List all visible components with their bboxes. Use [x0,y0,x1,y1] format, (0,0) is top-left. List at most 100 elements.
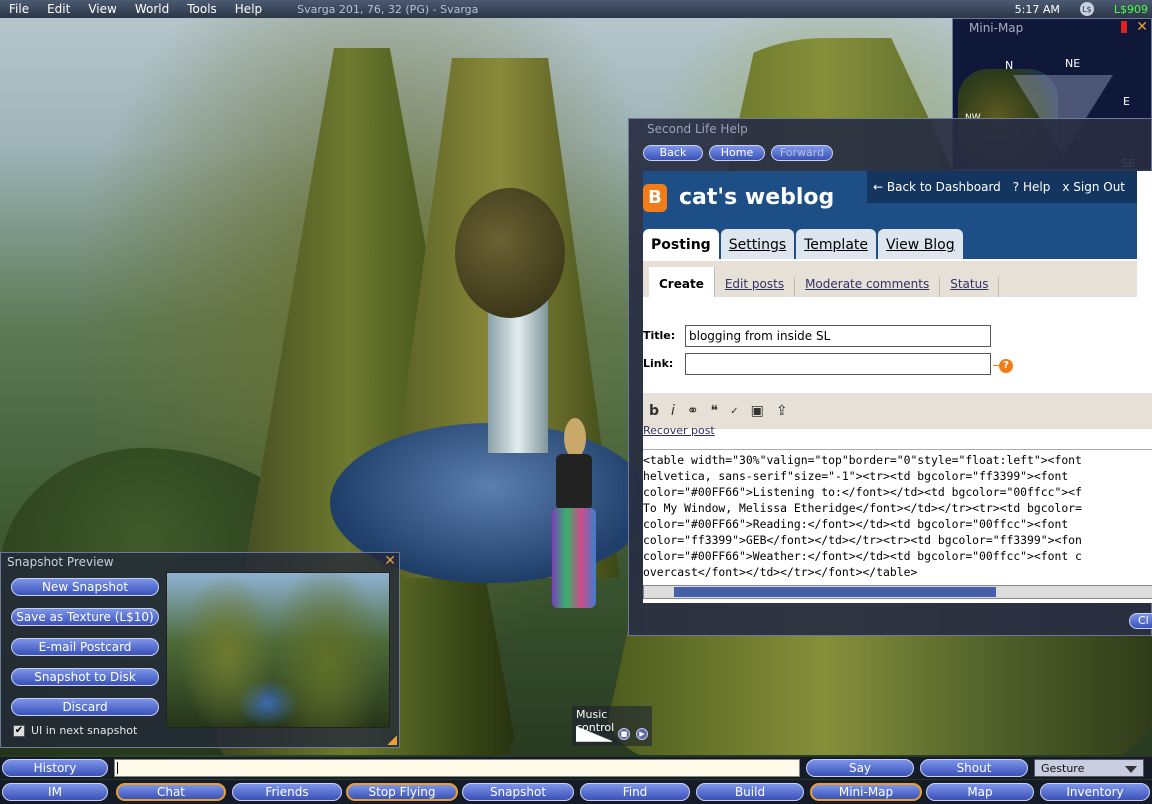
shout-button[interactable]: Shout [920,759,1028,777]
back-to-dashboard-link[interactable]: ← Back to Dashboard [873,180,1001,194]
friends-button[interactable]: Friends [232,783,342,801]
code-line: helvetica, sans-serif"size="-1"><tr><td … [643,469,1069,483]
code-line: color="#00FF66">Listening to:</font></td… [643,485,1082,499]
help-label: Help [1022,180,1051,194]
account-links: ← Back to Dashboard ? Help x Sign Out [867,171,1137,203]
blog-tabs: Posting Settings Template View Blog [643,229,963,259]
help-link[interactable]: ? Help [1013,180,1051,194]
bottom-toolbar: IM Chat Friends Stop Flying Snapshot Fin… [0,780,1152,804]
title-label: Title: [643,329,676,342]
ui-snapshot-label: UI in next snapshot [31,724,138,737]
say-button[interactable]: Say [806,759,914,777]
resize-handle[interactable] [387,735,397,745]
direction-ne: NE [1065,57,1081,70]
snapshot-button[interactable]: Snapshot [462,783,574,801]
link-icon[interactable]: ⚭ [687,403,699,419]
subtab-status[interactable]: Status [940,277,1000,297]
menu-file[interactable]: File [0,2,38,16]
menu-tools[interactable]: Tools [178,2,226,16]
dashboard-label: Back to Dashboard [886,180,1001,194]
home-button[interactable]: Home [709,145,765,161]
gesture-selected: Gesture [1041,762,1085,775]
map-button[interactable]: Map [926,783,1034,801]
help-icon[interactable]: ? [999,359,1013,373]
menu-bar: File Edit View World Tools Help Svarga 2… [0,0,1152,18]
italic-button[interactable]: i [671,403,675,419]
menu-help[interactable]: Help [226,2,271,16]
image-icon[interactable]: ▣ [751,403,764,419]
blockquote-icon[interactable]: ❝ [711,403,719,419]
avatar[interactable] [548,418,598,608]
location-text[interactable]: Svarga 201, 76, 32 (PG) - Svarga [297,3,478,16]
volume-slider[interactable] [576,726,612,742]
mini-map-button[interactable]: Mini-Map [810,783,922,801]
tab-view-blog[interactable]: View Blog [878,229,963,259]
direction-n: N [1005,59,1014,72]
linden-dollar-icon[interactable]: L$ [1079,2,1094,16]
web-page: B cat's weblog ← Back to Dashboard ? Hel… [643,171,1152,603]
sign-out-link[interactable]: x Sign Out [1062,180,1125,194]
tab-template[interactable]: Template [796,229,877,259]
chevron-down-icon [1125,766,1137,773]
code-line: color="ff3399">GEB</font></td></tr><tr><… [643,533,1082,547]
editor-toolbar: b i ⚭ ❝ ✓ ▣ ⇪ [643,393,1152,429]
avatar-head [564,418,586,458]
blog-header: B cat's weblog ← Back to Dashboard ? Hel… [643,171,1137,259]
help-browser-window[interactable]: Second Life Help Back Home Forward B cat… [628,118,1152,636]
recover-post-link[interactable]: Recover post [643,424,715,437]
email-postcard-button[interactable]: E-mail Postcard [11,638,159,656]
menu-view[interactable]: View [79,2,125,16]
help-window-title: Second Life Help [647,122,748,136]
discard-button[interactable]: Discard [11,698,159,716]
back-button[interactable]: Back [643,145,703,161]
snapshot-title: Snapshot Preview [7,555,114,569]
chat-input[interactable] [114,759,800,777]
horizontal-scrollbar[interactable] [643,585,1152,599]
close-icon[interactable]: ✕ [1136,20,1148,34]
tab-posting[interactable]: Posting [643,229,719,259]
status-area: 5:17 AM L$ L$909 [1015,2,1152,16]
bold-button[interactable]: b [649,403,659,419]
post-link-input[interactable] [685,353,991,375]
history-button[interactable]: History [2,759,108,777]
subtab-create[interactable]: Create [649,267,715,297]
post-body-textarea[interactable]: <table width="30%"valign="top"border="0"… [643,449,1152,583]
subtab-edit-posts[interactable]: Edit posts [715,277,796,297]
balance[interactable]: L$909 [1114,3,1148,16]
close-icon[interactable]: ✕ [384,554,396,568]
spellcheck-icon[interactable]: ✓ [730,406,738,417]
blogger-logo-icon[interactable]: B [643,184,667,212]
play-icon[interactable]: ▶ [636,728,648,740]
ui-snapshot-checkbox[interactable]: ✔ [13,725,25,737]
snapshot-thumbnail [166,572,390,728]
new-snapshot-button[interactable]: New Snapshot [11,578,159,596]
im-button[interactable]: IM [2,783,108,801]
sign-out-label: Sign Out [1073,180,1126,194]
text-caret [117,762,118,774]
chat-bar: History Say Shout Gesture [0,757,1152,779]
direction-e: E [1123,95,1130,108]
chat-button[interactable]: Chat [116,783,226,801]
subtab-moderate-comments[interactable]: Moderate comments [795,277,941,297]
snapshot-to-disk-button[interactable]: Snapshot to Disk [11,668,159,686]
code-line: To My Window, Melissa Etheridge</font></… [643,501,1082,515]
preview-icon[interactable]: ⇪ [776,403,788,419]
code-line: overcast</font></td></tr></font></table> [643,565,918,579]
scrollbar-thumb[interactable] [674,587,996,597]
gesture-dropdown[interactable]: Gesture [1034,759,1144,777]
snapshot-preview-panel[interactable]: Snapshot Preview ✕ New Snapshot Save as … [0,552,400,748]
close-button[interactable]: Cl [1129,613,1152,629]
inventory-button[interactable]: Inventory [1040,783,1150,801]
save-texture-button[interactable]: Save as Texture (L$10) [11,608,159,626]
build-button[interactable]: Build [696,783,804,801]
menu-edit[interactable]: Edit [38,2,79,16]
menu-world[interactable]: World [126,2,178,16]
stop-flying-button[interactable]: Stop Flying [346,783,458,801]
find-button[interactable]: Find [580,783,690,801]
tab-settings[interactable]: Settings [720,229,795,259]
post-title-input[interactable]: blogging from inside SL [685,325,991,347]
mini-map-title: Mini-Map [969,21,1024,35]
forward-button[interactable]: Forward [771,145,833,161]
stop-icon[interactable]: ■ [618,728,630,740]
avatar-body [556,454,592,510]
